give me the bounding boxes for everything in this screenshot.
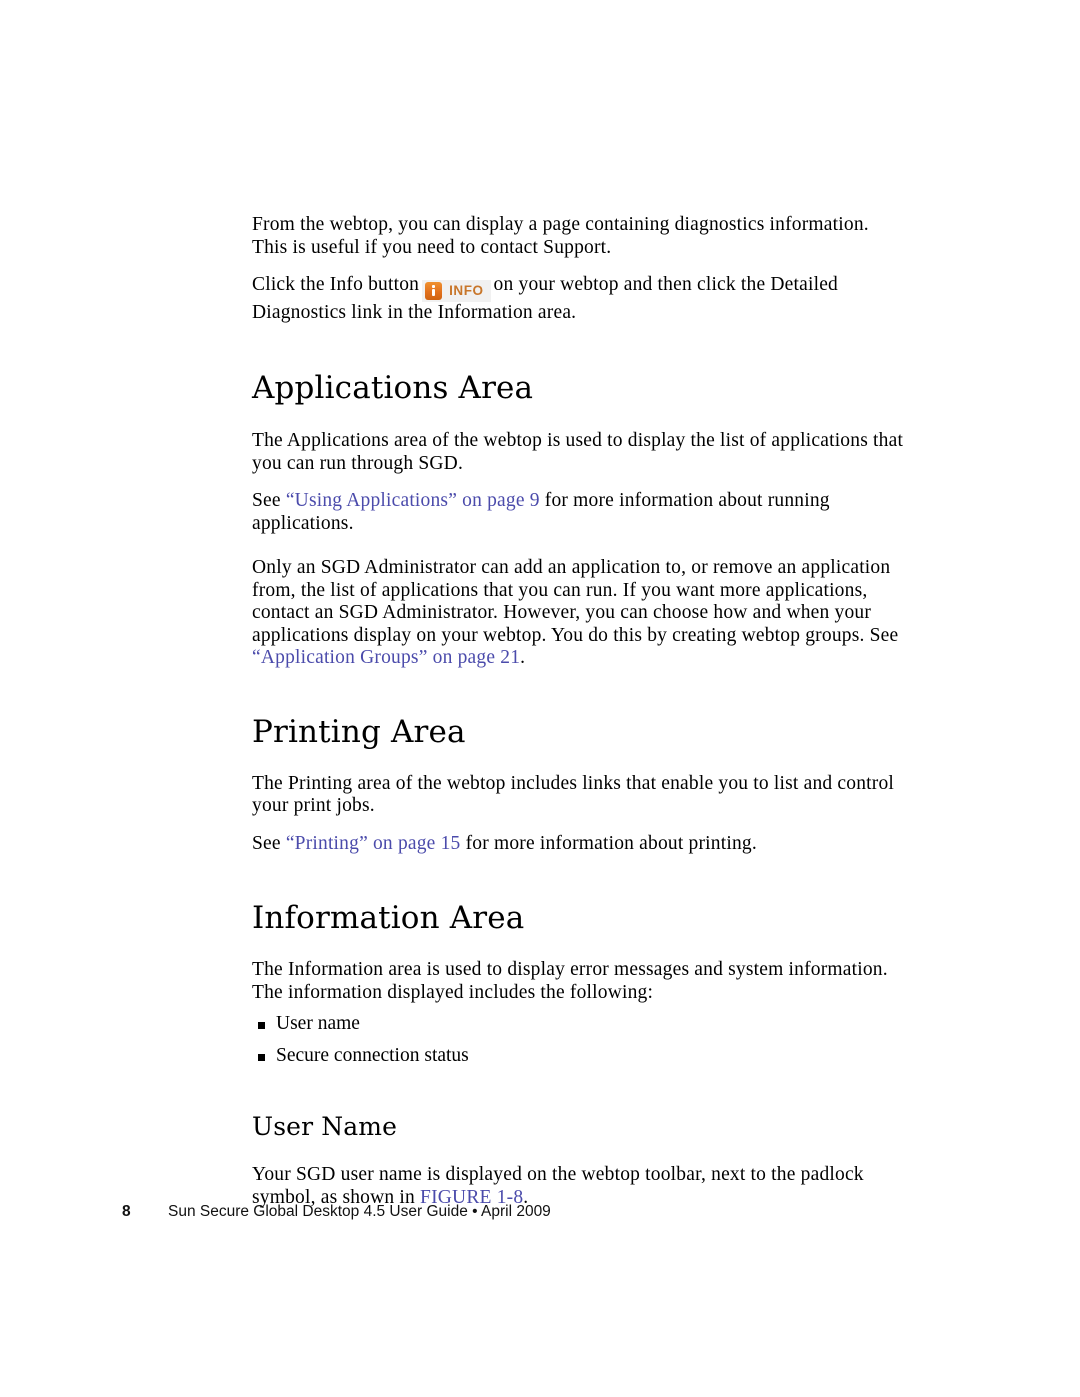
document-page: From the webtop, you can display a page …: [0, 0, 1080, 1397]
square-bullet-icon: [258, 1053, 265, 1061]
information-bullet-list: User name Secure connection status: [252, 1013, 904, 1067]
intro-paragraph-1: From the webtop, you can display a page …: [252, 214, 869, 258]
xref-using-applications[interactable]: “Using Applications” on page 9: [286, 490, 540, 511]
intro-paragraph-2-before: Click the Info button: [252, 274, 420, 295]
heading-printing-area: Printing Area: [252, 713, 466, 750]
footer-text: Sun Secure Global Desktop 4.5 User Guide…: [168, 1203, 551, 1220]
xref-printing[interactable]: “Printing” on page 15: [286, 833, 461, 854]
printing-paragraph-2-after: for more information about printing.: [460, 832, 757, 854]
page-footer: 8 Sun Secure Global Desktop 4.5 User Guid…: [122, 1203, 962, 1221]
page-content: From the webtop, you can display a page …: [252, 214, 904, 1209]
page-number: 8: [122, 1203, 131, 1220]
printing-paragraph-2: See “Printing” on page 15 for more infor…: [252, 833, 904, 856]
applications-paragraph-3-after: .: [520, 647, 526, 669]
applications-paragraph-3-before: Only an SGD Administrator can add an app…: [252, 557, 899, 646]
applications-paragraph-2: See “Using Applications” on page 9 for m…: [252, 490, 904, 535]
intro-paragraph-2: Click the Info button INFO on your webtop …: [252, 274, 904, 324]
applications-paragraph-3: Only an SGD Administrator can add an app…: [252, 557, 904, 670]
applications-paragraph-1: The Applications area of the webtop is u…: [252, 430, 904, 474]
xref-application-groups[interactable]: “Application Groups” on page 21: [252, 647, 520, 668]
heading-user-name: User Name: [252, 1112, 397, 1142]
info-badge-icon: [425, 281, 443, 300]
user-name-paragraph-before: Your SGD user name is displayed on the w…: [252, 1164, 864, 1208]
list-item-label: Secure connection status: [276, 1044, 469, 1066]
printing-paragraph-1: The Printing area of the webtop includes…: [252, 772, 895, 817]
heading-information-area: Information Area: [252, 900, 525, 937]
square-bullet-icon: [258, 1022, 265, 1030]
list-item: Secure connection status: [252, 1045, 904, 1068]
list-item-label: User name: [276, 1013, 360, 1035]
printing-paragraph-2-before: See: [252, 832, 286, 854]
applications-paragraph-2-before: See: [252, 490, 286, 512]
information-paragraph-1: The Information area is used to display …: [252, 959, 888, 1003]
heading-applications-area: Applications Area: [252, 370, 534, 407]
list-item: User name: [252, 1013, 904, 1036]
info-button[interactable]: INFO: [422, 279, 491, 302]
info-button-label: INFO: [449, 282, 484, 298]
